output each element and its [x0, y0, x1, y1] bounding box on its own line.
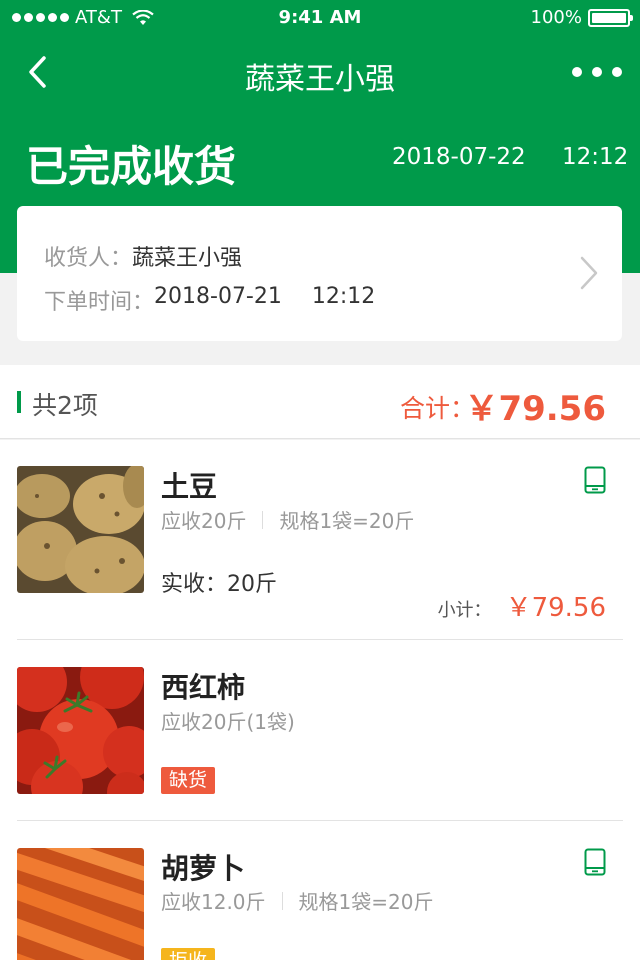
subtotal-value: ￥79.56: [505, 593, 606, 623]
nav-bar: 蔬菜王小强: [0, 36, 640, 108]
accent-bar: [17, 391, 21, 413]
item-expected: 应收20斤(1袋): [161, 710, 295, 734]
item-meta: 应收12.0斤 规格1袋=20斤: [161, 886, 433, 915]
battery-icon: [588, 8, 633, 27]
item-expected: 应收12.0斤: [161, 890, 266, 914]
item-subtotal: 小计： ￥79.56: [438, 587, 606, 624]
meta-divider: [281, 891, 283, 910]
subtotal-label: 小计：: [437, 600, 492, 621]
more-menu-button[interactable]: [572, 60, 622, 84]
item-name: 胡萝卜: [161, 852, 246, 885]
order-summary: 共2项 合计： ￥79.56: [0, 365, 640, 439]
tomato-image: [17, 667, 144, 794]
list-item: 胡萝卜 应收12.0斤 规格1袋=20斤 拒收: [0, 821, 640, 960]
item-spec: 规格1袋=20斤: [298, 890, 434, 914]
item-name: 土豆: [161, 470, 218, 503]
rejected-badge: 拒收: [161, 948, 216, 960]
meta-divider: [262, 510, 264, 529]
phone-icon[interactable]: [584, 848, 606, 876]
item-count: 共2项: [32, 391, 98, 420]
phone-icon[interactable]: [584, 466, 606, 494]
page-title: 蔬菜王小强: [245, 62, 395, 97]
order-time-row: 下单时间： 2018-07-21 12:12: [44, 284, 375, 316]
status-right: 100%: [530, 7, 633, 28]
order-time-clock: 12:12: [311, 284, 376, 309]
receiver-label: 收货人：: [44, 246, 133, 271]
status-bar: AT&T 9:41 AM 100%: [0, 0, 640, 36]
list-item: 土豆 应收20斤 规格1袋=20斤 实收：20斤 小计： ￥79.56: [0, 440, 640, 640]
battery-percent: 100%: [530, 7, 582, 28]
total-value: ￥79.56: [464, 389, 606, 429]
potato-image: [17, 466, 144, 593]
order-status: 已完成收货: [26, 142, 237, 191]
item-meta: 应收20斤(1袋): [161, 706, 295, 735]
shortage-badge: 缺货: [161, 767, 216, 794]
order-time-date: 2018-07-21: [154, 284, 282, 309]
item-meta: 应收20斤 规格1袋=20斤: [161, 505, 414, 534]
receiver-row: 收货人： 蔬菜王小强: [44, 240, 242, 272]
list-item: 西红柿 应收20斤(1袋) 缺货: [0, 640, 640, 821]
receiver-name: 蔬菜王小强: [132, 246, 243, 271]
item-actual: 实收：20斤: [161, 572, 277, 597]
order-time-label: 下单时间：: [44, 290, 155, 315]
order-time: 12:12: [562, 144, 629, 170]
chevron-right-icon: [580, 256, 598, 290]
receiver-card[interactable]: 收货人： 蔬菜王小强 下单时间： 2018-07-21 12:12: [17, 206, 622, 341]
carrot-image: [17, 848, 144, 960]
item-expected: 应收20斤: [161, 509, 247, 533]
order-date: 2018-07-22: [392, 144, 526, 170]
item-spec: 规格1袋=20斤: [279, 509, 415, 533]
item-name: 西红柿: [161, 671, 246, 704]
item-list: 土豆 应收20斤 规格1袋=20斤 实收：20斤 小计： ￥79.56 西红柿 …: [0, 440, 640, 960]
